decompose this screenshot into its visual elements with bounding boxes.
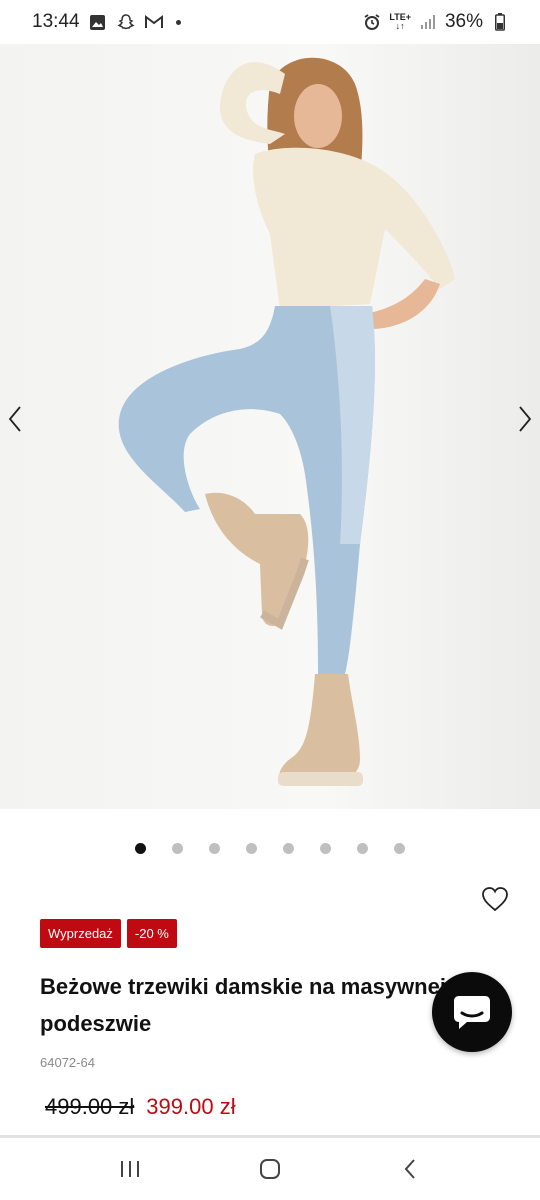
image-icon bbox=[88, 12, 108, 32]
status-left: 13:44 bbox=[32, 11, 181, 33]
battery-percent: 36% bbox=[444, 11, 483, 32]
price-block: 499.00 zł 399.00 zł bbox=[45, 1094, 236, 1120]
new-price: 399.00 zł bbox=[146, 1094, 236, 1119]
clock: 13:44 bbox=[32, 11, 80, 32]
lte-icon: LTE+ ↓↑ bbox=[389, 12, 411, 31]
chevron-right-icon bbox=[519, 406, 532, 432]
recent-apps-icon bbox=[121, 1161, 139, 1177]
old-price: 499.00 zł bbox=[45, 1094, 135, 1119]
carousel-dot[interactable] bbox=[320, 842, 331, 854]
snapchat-icon bbox=[116, 12, 136, 32]
battery-icon bbox=[490, 12, 510, 32]
recent-apps-button[interactable] bbox=[110, 1149, 150, 1189]
chevron-left-icon bbox=[8, 406, 21, 432]
chat-bubble-icon bbox=[454, 996, 490, 1029]
carousel-dot[interactable] bbox=[135, 842, 146, 854]
carousel-dot[interactable] bbox=[357, 842, 368, 854]
wishlist-button[interactable] bbox=[478, 882, 512, 916]
carousel-dots bbox=[0, 838, 540, 858]
status-bar: 13:44 LTE+ ↓↑ 36% bbox=[0, 0, 540, 44]
signal-icon bbox=[418, 12, 438, 32]
back-button[interactable] bbox=[390, 1149, 430, 1189]
back-icon bbox=[404, 1159, 415, 1179]
product-title: Beżowe trzewiki damskie na masywnej pode… bbox=[40, 974, 446, 1036]
carousel-dot[interactable] bbox=[209, 842, 220, 854]
product-sku: 64072-64 bbox=[40, 1055, 95, 1070]
alarm-icon bbox=[362, 12, 382, 32]
sale-badge: Wyprzedaż bbox=[40, 919, 121, 948]
next-image-button[interactable] bbox=[510, 399, 540, 439]
product-photo bbox=[0, 44, 540, 809]
carousel-dot[interactable] bbox=[172, 842, 183, 854]
product-gallery[interactable] bbox=[0, 44, 540, 809]
carousel-dot[interactable] bbox=[394, 842, 405, 854]
system-nav-bar bbox=[0, 1138, 540, 1200]
gmail-icon bbox=[144, 12, 164, 32]
badges: Wyprzedaż -20 % bbox=[40, 919, 177, 948]
status-right: LTE+ ↓↑ 36% bbox=[362, 11, 510, 33]
carousel-dot[interactable] bbox=[246, 842, 257, 854]
chat-button[interactable] bbox=[432, 972, 512, 1052]
home-icon bbox=[260, 1159, 280, 1179]
discount-badge: -20 % bbox=[126, 919, 177, 948]
home-button[interactable] bbox=[250, 1149, 290, 1189]
prev-image-button[interactable] bbox=[0, 399, 30, 439]
network-label: LTE+ bbox=[389, 12, 411, 22]
carousel-dot[interactable] bbox=[283, 842, 294, 854]
dot-icon bbox=[175, 19, 181, 25]
heart-outline-icon bbox=[482, 887, 508, 912]
